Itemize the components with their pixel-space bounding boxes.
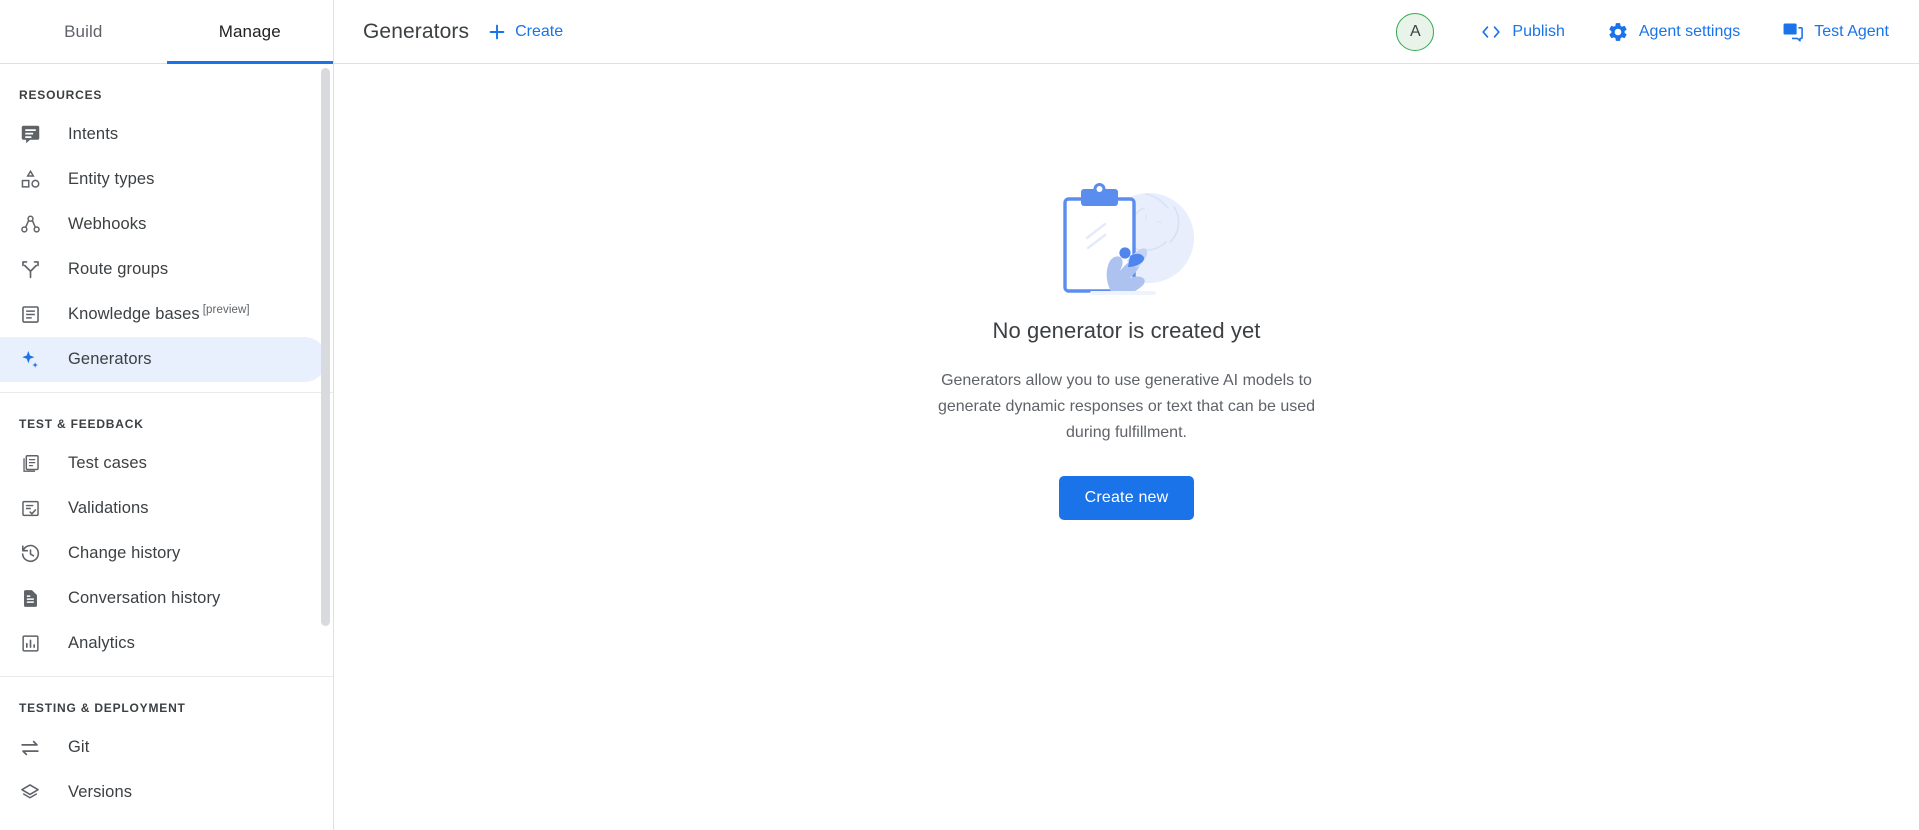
sidebar-item-label: Webhooks bbox=[68, 215, 146, 234]
sidebar-item-label: Conversation history bbox=[68, 589, 220, 608]
sidebar-scrollbar[interactable] bbox=[321, 68, 330, 626]
sidebar-item-route-groups[interactable]: Route groups bbox=[0, 247, 327, 292]
body-row: RESOURCES Intents bbox=[0, 64, 1919, 830]
bar-chart-icon bbox=[19, 633, 41, 655]
sidebar-item-intents[interactable]: Intents bbox=[0, 112, 327, 157]
sidebar-item-label: Change history bbox=[68, 544, 180, 563]
list-check-icon bbox=[19, 498, 41, 520]
section-label-resources: RESOURCES bbox=[0, 70, 333, 112]
sidebar-item-label: Git bbox=[68, 738, 89, 757]
plus-icon bbox=[487, 22, 507, 42]
sidebar-item-label-group: Knowledge bases [preview] bbox=[68, 305, 250, 324]
speech-lines-icon bbox=[19, 124, 41, 146]
sidebar-item-label: Versions bbox=[68, 783, 132, 802]
agent-settings-label: Agent settings bbox=[1639, 23, 1740, 41]
empty-state: No generator is created yet Generators a… bbox=[892, 160, 1362, 520]
sidebar-item-label: Knowledge bases bbox=[68, 305, 200, 324]
stacked-pages-icon bbox=[19, 453, 41, 475]
sidebar-item-label: Entity types bbox=[68, 170, 155, 189]
clock-rewind-icon bbox=[19, 543, 41, 565]
sidebar: RESOURCES Intents bbox=[0, 64, 334, 830]
sidebar-item-conversation-history[interactable]: Conversation history bbox=[0, 576, 327, 621]
swap-arrows-icon bbox=[19, 737, 41, 759]
sidebar-item-generators[interactable]: Generators bbox=[0, 337, 327, 382]
tab-build[interactable]: Build bbox=[0, 0, 167, 63]
tab-build-label: Build bbox=[64, 22, 102, 42]
sidebar-section-testing-deployment: TESTING & DEPLOYMENT Git bbox=[0, 676, 333, 825]
top-row: Build Manage Generators Create A bbox=[0, 0, 1919, 64]
agent-settings-button[interactable]: Agent settings bbox=[1607, 21, 1740, 43]
sidebar-item-test-cases[interactable]: Test cases bbox=[0, 441, 327, 486]
clipboard-hand-illustration bbox=[892, 160, 1362, 296]
section-label-test-feedback: TEST & FEEDBACK bbox=[0, 399, 333, 441]
sidebar-item-analytics[interactable]: Analytics bbox=[0, 621, 327, 666]
publish-label: Publish bbox=[1512, 23, 1564, 41]
main-content: No generator is created yet Generators a… bbox=[334, 64, 1919, 830]
page-header: Generators Create A Publ bbox=[334, 0, 1919, 64]
code-brackets-icon bbox=[1480, 24, 1502, 40]
create-label: Create bbox=[515, 23, 563, 41]
test-agent-button[interactable]: Test Agent bbox=[1782, 22, 1889, 42]
sidebar-scroll-area: RESOURCES Intents bbox=[0, 64, 333, 830]
layers-icon bbox=[19, 782, 41, 804]
sidebar-item-git[interactable]: Git bbox=[0, 725, 327, 770]
section-label-testing-deployment: TESTING & DEPLOYMENT bbox=[0, 683, 333, 725]
page-title: Generators bbox=[363, 20, 469, 44]
test-agent-label: Test Agent bbox=[1814, 23, 1889, 41]
sidebar-item-validations[interactable]: Validations bbox=[0, 486, 327, 531]
publish-button[interactable]: Publish bbox=[1480, 23, 1564, 41]
sidebar-item-label: Route groups bbox=[68, 260, 168, 279]
preview-badge: [preview] bbox=[203, 304, 250, 316]
sidebar-item-versions[interactable]: Versions bbox=[0, 770, 327, 815]
tab-manage[interactable]: Manage bbox=[167, 0, 334, 63]
shapes-icon bbox=[19, 169, 41, 191]
sidebar-item-label: Validations bbox=[68, 499, 149, 518]
sidebar-item-change-history[interactable]: Change history bbox=[0, 531, 327, 576]
sidebar-section-resources: RESOURCES Intents bbox=[0, 64, 333, 392]
dialogflow-cx-console: Build Manage Generators Create A bbox=[0, 0, 1919, 830]
sidebar-item-entity-types[interactable]: Entity types bbox=[0, 157, 327, 202]
sidebar-section-test-feedback: TEST & FEEDBACK Test cases bbox=[0, 392, 333, 676]
empty-state-description: Generators allow you to use generative A… bbox=[925, 368, 1329, 446]
chat-bubbles-icon bbox=[1782, 22, 1804, 42]
sidebar-item-label: Intents bbox=[68, 125, 118, 144]
hub-nodes-icon bbox=[19, 214, 41, 236]
sidebar-item-knowledge-bases[interactable]: Knowledge bases [preview] bbox=[0, 292, 327, 337]
avatar[interactable]: A bbox=[1396, 13, 1434, 51]
gear-icon bbox=[1607, 21, 1629, 43]
create-new-button[interactable]: Create new bbox=[1059, 476, 1195, 520]
sidebar-item-label: Analytics bbox=[68, 634, 135, 653]
create-generator-button[interactable]: Create bbox=[487, 22, 563, 42]
sidebar-item-label: Generators bbox=[68, 350, 152, 369]
document-lines-icon bbox=[19, 304, 41, 326]
avatar-initial: A bbox=[1410, 23, 1421, 41]
sidebar-item-label: Test cases bbox=[68, 454, 147, 473]
empty-state-title: No generator is created yet bbox=[892, 318, 1362, 344]
document-icon bbox=[19, 588, 41, 610]
sidebar-item-webhooks[interactable]: Webhooks bbox=[0, 202, 327, 247]
tab-manage-label: Manage bbox=[219, 22, 281, 42]
sparkle-icon bbox=[19, 349, 41, 371]
fork-arrows-icon bbox=[19, 259, 41, 281]
mode-tabs: Build Manage bbox=[0, 0, 334, 64]
